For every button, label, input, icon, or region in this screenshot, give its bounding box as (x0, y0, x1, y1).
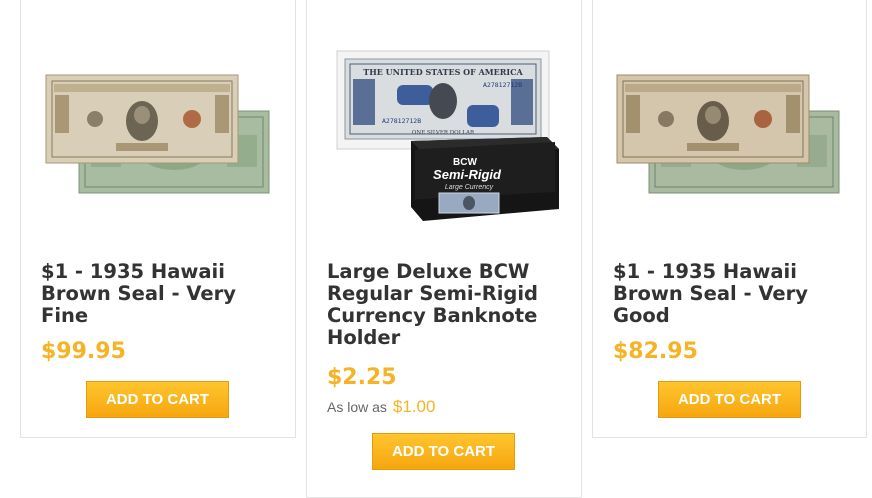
note-header-text: THE UNITED STATES OF AMERICA (363, 67, 523, 77)
note-footer-text: ONE SILVER DOLLAR (412, 130, 475, 136)
note-serial-text: A27812712B (382, 117, 421, 125)
product-title[interactable]: $1 - 1935 Hawaii Brown Seal - Very Good (613, 261, 853, 327)
product-image[interactable] (593, 39, 866, 229)
product-price: $2.25 (327, 365, 397, 390)
product-image[interactable]: THE UNITED STATES OF AMERICA A27812712B … (307, 39, 581, 229)
product-card[interactable]: $1 - 1935 Hawaii Brown Seal - Very Good … (592, 0, 867, 438)
banknote-pair-image (616, 74, 840, 194)
as-low-as-price: $1.00 (392, 397, 436, 416)
box-line1-text: Semi-Rigid (433, 167, 502, 182)
product-price: $99.95 (41, 339, 126, 364)
banknote-holder-image: THE UNITED STATES OF AMERICA A27812712B … (336, 50, 559, 221)
as-low-as-label: As low as (327, 399, 387, 415)
add-to-cart-button[interactable]: ADD TO CART (86, 381, 229, 418)
product-price: $82.95 (613, 339, 698, 364)
product-title[interactable]: $1 - 1935 Hawaii Brown Seal - Very Fine (41, 261, 281, 327)
product-title[interactable]: Large Deluxe BCW Regular Semi-Rigid Curr… (327, 261, 567, 349)
banknote-pair-image (45, 74, 270, 194)
tier-price: As low as $1.00 (327, 397, 435, 417)
note-serial-text: A27812712B (483, 81, 522, 89)
add-to-cart-button[interactable]: ADD TO CART (372, 433, 515, 470)
product-card[interactable]: $1 - 1935 Hawaii Brown Seal - Very Fine … (20, 0, 296, 438)
box-line2-text: Large Currency (445, 184, 494, 191)
add-to-cart-button[interactable]: ADD TO CART (658, 381, 801, 418)
product-card[interactable]: THE UNITED STATES OF AMERICA A27812712B … (306, 0, 582, 498)
product-image[interactable] (21, 39, 295, 229)
